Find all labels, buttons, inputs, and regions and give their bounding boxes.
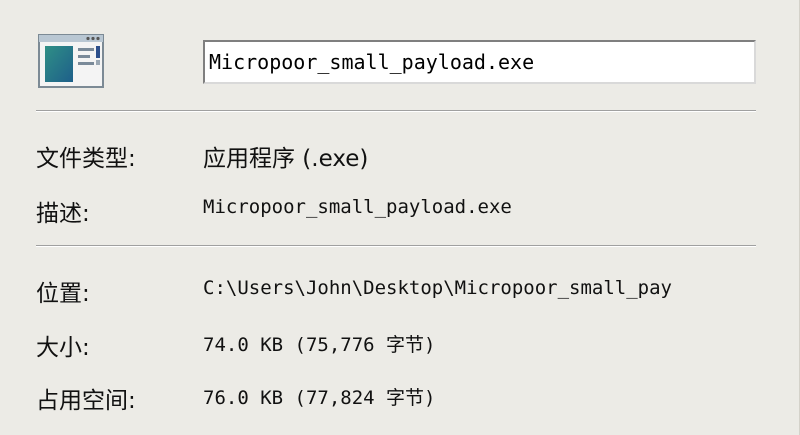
description-label: 描述: bbox=[36, 201, 90, 227]
location-label: 位置: bbox=[36, 281, 90, 307]
description-value: Micropoor_small_payload.exe bbox=[203, 196, 512, 218]
location-value: C:\Users\John\Desktop\Micropoor_small_pa… bbox=[203, 277, 672, 299]
file-type-label: 文件类型: bbox=[36, 146, 136, 172]
separator bbox=[36, 110, 756, 112]
file-name-input[interactable] bbox=[203, 40, 756, 84]
file-type-value: 应用程序 (.exe) bbox=[203, 146, 369, 172]
size-on-disk-label: 占用空间: bbox=[36, 388, 136, 414]
size-on-disk-value: 76.0 KB (77,824 字节) bbox=[203, 387, 436, 409]
size-value: 74.0 KB (75,776 字节) bbox=[203, 334, 436, 356]
separator bbox=[36, 245, 756, 247]
application-window-icon bbox=[38, 34, 104, 88]
size-label: 大小: bbox=[36, 335, 90, 361]
file-properties-panel: 文件类型: 应用程序 (.exe) 描述: Micropoor_small_pa… bbox=[0, 0, 800, 435]
